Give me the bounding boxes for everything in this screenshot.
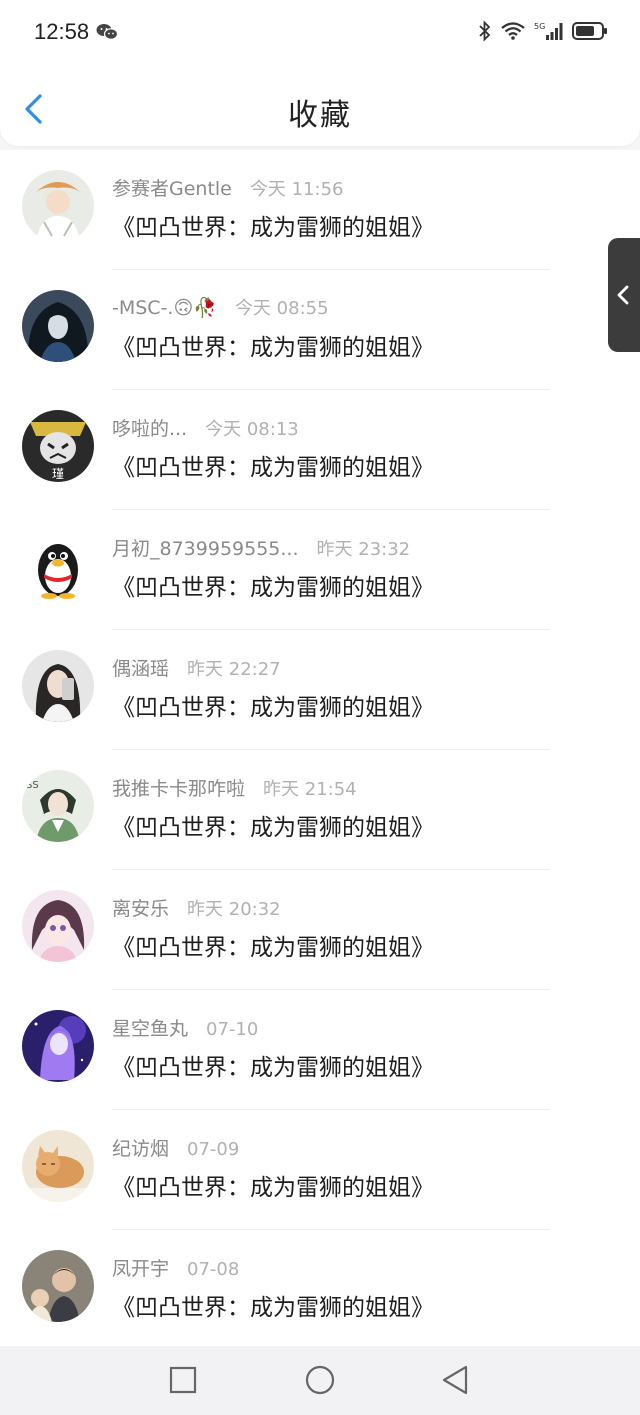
wifi-icon xyxy=(500,21,526,45)
timestamp: 昨天 21:54 xyxy=(263,779,357,800)
list-item[interactable]: 离安乐 昨天 20:32 《凹凸世界：成为雷狮的姐姐》 xyxy=(0,870,640,990)
svg-text:5G: 5G xyxy=(534,22,545,31)
work-title[interactable]: 《凹凸世界：成为雷狮的姐姐》 xyxy=(112,688,434,722)
username: 哆啦的... xyxy=(112,418,188,440)
svg-text:SS: SS xyxy=(26,780,39,791)
list-item[interactable]: -MSC-.🙃🥀 今天 08:55 《凹凸世界：成为雷狮的姐姐》 xyxy=(0,270,640,390)
list-item[interactable]: 星空鱼丸 07-10 《凹凸世界：成为雷狮的姐姐》 xyxy=(0,990,640,1110)
avatar[interactable] xyxy=(22,290,94,362)
side-panel-handle[interactable] xyxy=(608,238,640,352)
avatar[interactable] xyxy=(22,890,94,962)
username: 参赛者Gentle xyxy=(112,178,232,200)
avatar[interactable]: SS xyxy=(22,770,94,842)
username: 凤开宇 xyxy=(112,1258,170,1280)
username: 月初_8739959555... xyxy=(112,538,299,560)
avatar[interactable] xyxy=(22,650,94,722)
square-icon xyxy=(169,1366,197,1394)
work-title[interactable]: 《凹凸世界：成为雷狮的姐姐》 xyxy=(112,1168,434,1202)
status-bar: 12:58 5G xyxy=(0,0,640,64)
work-title[interactable]: 《凹凸世界：成为雷狮的姐姐》 xyxy=(112,808,434,842)
list-item[interactable]: 凤开宇 07-08 《凹凸世界：成为雷狮的姐姐》 xyxy=(0,1230,640,1346)
timestamp: 今天 11:56 xyxy=(249,179,344,200)
list-item[interactable]: 偶涵瑶 昨天 22:27 《凹凸世界：成为雷狮的姐姐》 xyxy=(0,630,640,750)
chevron-left-icon xyxy=(617,285,629,305)
work-title[interactable]: 《凹凸世界：成为雷狮的姐姐》 xyxy=(112,1048,434,1082)
avatar[interactable] xyxy=(22,170,94,242)
timestamp: 昨天 20:32 xyxy=(187,899,281,920)
work-title[interactable]: 《凹凸世界：成为雷狮的姐姐》 xyxy=(112,328,434,362)
home-button[interactable] xyxy=(303,1363,337,1397)
status-time: 12:58 xyxy=(34,19,90,44)
username: 偶涵瑶 xyxy=(112,658,170,680)
work-title[interactable]: 《凹凸世界：成为雷狮的姐姐》 xyxy=(112,448,434,482)
username: 我推卡卡那咋啦 xyxy=(112,778,246,800)
circle-icon xyxy=(305,1365,335,1395)
bluetooth-icon xyxy=(478,20,492,46)
username: -MSC-.🙃🥀 xyxy=(112,297,217,319)
work-title[interactable]: 《凹凸世界：成为雷狮的姐姐》 xyxy=(112,928,434,962)
work-title[interactable]: 《凹凸世界：成为雷狮的姐姐》 xyxy=(112,568,434,602)
avatar[interactable] xyxy=(22,1130,94,1202)
svg-text:瑾: 瑾 xyxy=(52,467,64,481)
timestamp: 昨天 22:27 xyxy=(187,659,281,680)
timestamp: 昨天 23:32 xyxy=(316,539,411,560)
timestamp: 07-10 xyxy=(206,1019,259,1040)
header: 收藏 xyxy=(0,64,640,146)
list-item[interactable]: 纪访烟 07-09 《凹凸世界：成为雷狮的姐姐》 xyxy=(0,1110,640,1230)
list-item[interactable]: SS 我推卡卡那咋啦 昨天 21:54 《凹凸世界：成为雷狮的姐姐》 xyxy=(0,750,640,870)
recent-apps-button[interactable] xyxy=(166,1363,200,1397)
work-title[interactable]: 《凹凸世界：成为雷狮的姐姐》 xyxy=(112,1288,434,1322)
list-item[interactable]: 参赛者Gentle 今天 11:56 《凹凸世界：成为雷狮的姐姐》 xyxy=(0,150,640,270)
triangle-back-icon xyxy=(442,1365,468,1395)
wechat-icon xyxy=(96,23,119,45)
avatar[interactable] xyxy=(22,530,94,602)
username: 星空鱼丸 xyxy=(112,1018,189,1040)
list-item[interactable]: 月初_8739959555... 昨天 23:32 《凹凸世界：成为雷狮的姐姐》 xyxy=(0,510,640,630)
timestamp: 07-09 xyxy=(187,1139,240,1160)
username: 纪访烟 xyxy=(112,1138,170,1160)
signal-5g-icon: 5G xyxy=(534,20,564,46)
avatar[interactable] xyxy=(22,1010,94,1082)
favorites-list: 参赛者Gentle 今天 11:56 《凹凸世界：成为雷狮的姐姐》 -MSC-.… xyxy=(0,150,640,1346)
work-title[interactable]: 《凹凸世界：成为雷狮的姐姐》 xyxy=(112,208,434,242)
timestamp: 07-08 xyxy=(187,1259,240,1280)
page-title: 收藏 xyxy=(288,98,352,133)
timestamp: 今天 08:55 xyxy=(234,298,329,319)
username: 离安乐 xyxy=(112,898,170,920)
timestamp: 今天 08:13 xyxy=(205,419,299,440)
list-item[interactable]: 瑾 哆啦的... 今天 08:13 《凹凸世界：成为雷狮的姐姐》 xyxy=(0,390,640,510)
avatar[interactable]: 瑾 xyxy=(22,410,94,482)
battery-icon xyxy=(572,21,608,45)
nav-back-button[interactable] xyxy=(439,1363,473,1397)
system-nav-bar xyxy=(0,1346,640,1415)
avatar[interactable] xyxy=(22,1250,94,1322)
